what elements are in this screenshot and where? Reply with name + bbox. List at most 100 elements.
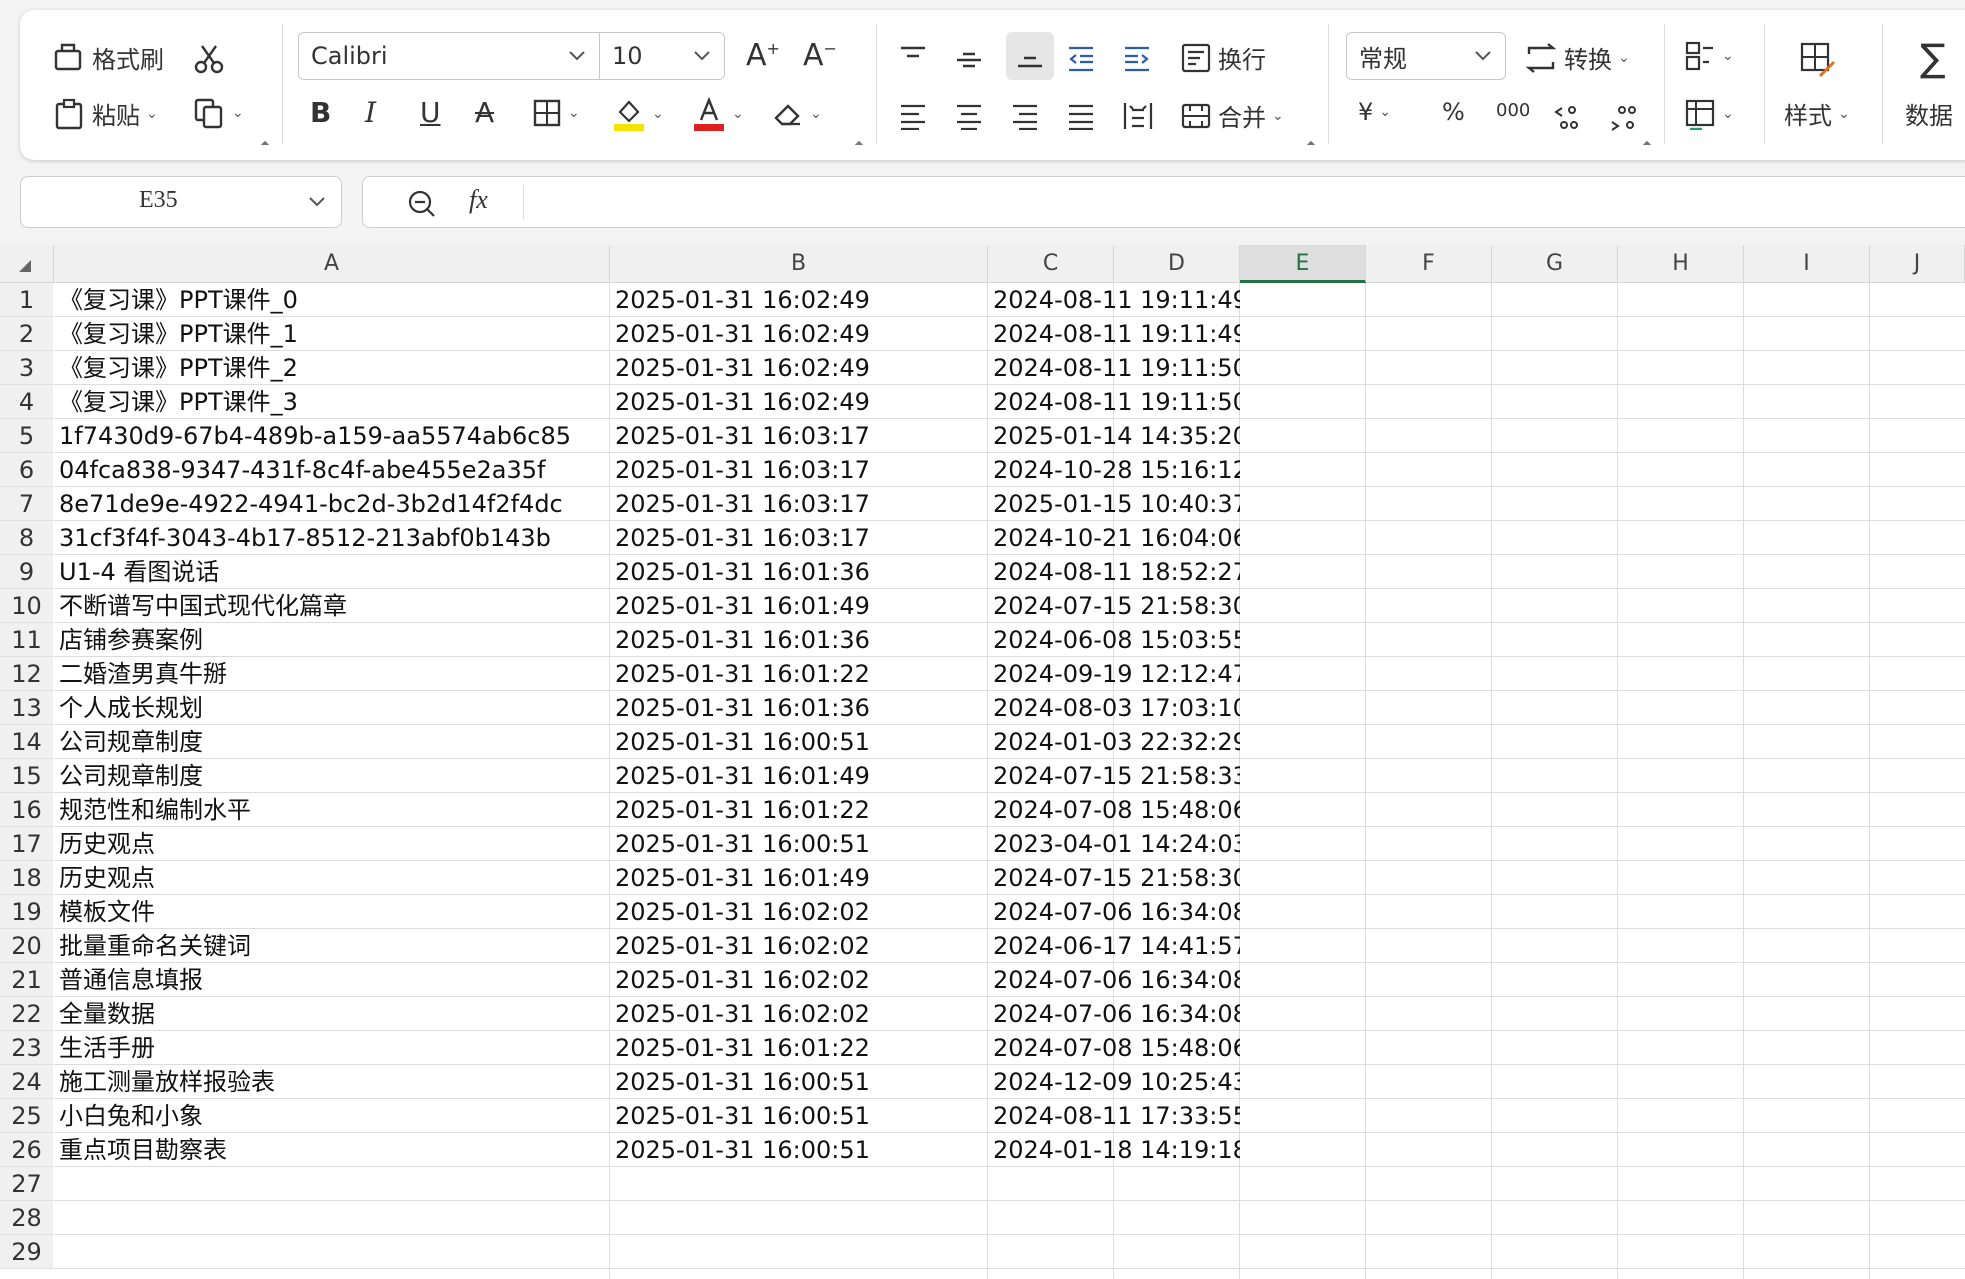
fill-color-button[interactable]: ⌄ xyxy=(612,96,664,132)
cell-c16[interactable]: 2024-07-08 15:48:06 xyxy=(988,793,1240,827)
cell-a15[interactable]: 公司规章制度 xyxy=(54,759,610,793)
row-header[interactable]: 26 xyxy=(0,1133,53,1167)
column-header-d[interactable]: D xyxy=(1114,245,1240,283)
decrease-indent-button[interactable] xyxy=(1066,44,1096,72)
increase-font-button[interactable]: A+ xyxy=(746,38,780,73)
wrap-text-button[interactable]: 换行 xyxy=(1180,40,1266,75)
cell-c1[interactable]: 2024-08-11 19:11:49 xyxy=(988,283,1240,317)
cell-b2[interactable]: 2025-01-31 16:02:49 xyxy=(610,317,988,351)
cell-c17[interactable]: 2023-04-01 14:24:03 xyxy=(988,827,1240,861)
align-bottom-button[interactable] xyxy=(1006,32,1054,80)
cell-c27[interactable] xyxy=(988,1167,1240,1201)
format-painter-button[interactable]: 格式刷 xyxy=(52,40,164,75)
cell-c26[interactable]: 2024-01-18 14:19:18 xyxy=(988,1133,1240,1167)
cell-c21[interactable]: 2024-07-06 16:34:08 xyxy=(988,963,1240,997)
merge-button[interactable]: 合并 ⌄ xyxy=(1180,98,1284,133)
decrease-font-button[interactable]: A− xyxy=(803,38,837,73)
cell-c10[interactable]: 2024-07-15 21:58:30 xyxy=(988,589,1240,623)
cell-b10[interactable]: 2025-01-31 16:01:49 xyxy=(610,589,988,623)
percent-button[interactable]: % xyxy=(1442,98,1465,126)
row-header[interactable]: 23 xyxy=(0,1031,53,1065)
cell-c23[interactable]: 2024-07-08 15:48:06 xyxy=(988,1031,1240,1065)
cell-c18[interactable]: 2024-07-15 21:58:30 xyxy=(988,861,1240,895)
cell-c9[interactable]: 2024-08-11 18:52:27 xyxy=(988,555,1240,589)
align-top-button[interactable] xyxy=(898,44,928,72)
dialog-launcher-icon[interactable] xyxy=(260,140,270,150)
copy-button[interactable]: ⌄ xyxy=(192,96,244,130)
cell-c25[interactable]: 2024-08-11 17:33:55 xyxy=(988,1099,1240,1133)
cell-b19[interactable]: 2025-01-31 16:02:02 xyxy=(610,895,988,929)
cell-c19[interactable]: 2024-07-06 16:34:08 xyxy=(988,895,1240,929)
data-button[interactable]: 数据 xyxy=(1905,96,1953,131)
cell-b1[interactable]: 2025-01-31 16:02:49 xyxy=(610,283,988,317)
cell-b7[interactable]: 2025-01-31 16:03:17 xyxy=(610,487,988,521)
cell-b18[interactable]: 2025-01-31 16:01:49 xyxy=(610,861,988,895)
cell-a2[interactable]: 《复习课》PPT课件_1 xyxy=(54,317,610,351)
cut-button[interactable] xyxy=(192,42,226,76)
sum-button[interactable]: ∑ xyxy=(1920,36,1946,80)
cell-a17[interactable]: 历史观点 xyxy=(54,827,610,861)
cell-a28[interactable] xyxy=(54,1201,610,1235)
row-header[interactable]: 22 xyxy=(0,997,53,1031)
column-header-g[interactable]: G xyxy=(1492,245,1618,283)
cell-c3[interactable]: 2024-08-11 19:11:50 xyxy=(988,351,1240,385)
dialog-launcher-icon[interactable] xyxy=(854,140,864,150)
paste-button[interactable]: 粘贴 ⌄ xyxy=(52,96,158,131)
cell-c28[interactable] xyxy=(988,1201,1240,1235)
row-header[interactable]: 4 xyxy=(0,385,53,419)
cell-b21[interactable]: 2025-01-31 16:02:02 xyxy=(610,963,988,997)
column-header-j[interactable]: J xyxy=(1870,245,1965,283)
row-header[interactable]: 21 xyxy=(0,963,53,997)
align-left-button[interactable] xyxy=(898,102,928,130)
column-header-i[interactable]: I xyxy=(1744,245,1870,283)
cell-b28[interactable] xyxy=(610,1201,988,1235)
row-header[interactable]: 16 xyxy=(0,793,53,827)
table-format-button[interactable]: ⌄ xyxy=(1684,98,1734,130)
cell-b8[interactable]: 2025-01-31 16:03:17 xyxy=(610,521,988,555)
cell-a22[interactable]: 全量数据 xyxy=(54,997,610,1031)
row-header[interactable]: 27 xyxy=(0,1167,53,1201)
cell-c22[interactable]: 2024-07-06 16:34:08 xyxy=(988,997,1240,1031)
cell-a13[interactable]: 个人成长规划 xyxy=(54,691,610,725)
cell-a21[interactable]: 普通信息填报 xyxy=(54,963,610,997)
conditional-format-button[interactable]: ⌄ xyxy=(1684,40,1734,72)
fx-icon[interactable]: fx xyxy=(469,185,488,215)
zoom-icon[interactable] xyxy=(407,189,437,219)
row-header[interactable]: 12 xyxy=(0,657,53,691)
row-header[interactable]: 5 xyxy=(0,419,53,453)
dialog-launcher-icon[interactable] xyxy=(1306,140,1316,150)
cell-b22[interactable]: 2025-01-31 16:02:02 xyxy=(610,997,988,1031)
row-header[interactable]: 15 xyxy=(0,759,53,793)
row-header[interactable]: 18 xyxy=(0,861,53,895)
increase-decimal-button[interactable] xyxy=(1552,102,1584,132)
underline-button[interactable]: U xyxy=(420,96,441,129)
cell-a11[interactable]: 店铺参赛案例 xyxy=(54,623,610,657)
cell-c8[interactable]: 2024-10-21 16:04:06 xyxy=(988,521,1240,555)
cell-b9[interactable]: 2025-01-31 16:01:36 xyxy=(610,555,988,589)
chevron-down-icon[interactable] xyxy=(307,195,327,209)
cell-b29[interactable] xyxy=(610,1235,988,1269)
bold-button[interactable]: B xyxy=(310,96,331,129)
cell-c7[interactable]: 2025-01-15 10:40:37 xyxy=(988,487,1240,521)
cell-a20[interactable]: 批量重命名关键词 xyxy=(54,929,610,963)
cell-b4[interactable]: 2025-01-31 16:02:49 xyxy=(610,385,988,419)
cell-c20[interactable]: 2024-06-17 14:41:57 xyxy=(988,929,1240,963)
cell-b14[interactable]: 2025-01-31 16:00:51 xyxy=(610,725,988,759)
cell-c4[interactable]: 2024-08-11 19:11:50 xyxy=(988,385,1240,419)
cell-a9[interactable]: U1-4 看图说话 xyxy=(54,555,610,589)
column-header-f[interactable]: F xyxy=(1366,245,1492,283)
row-header[interactable]: 29 xyxy=(0,1235,53,1269)
cell-a25[interactable]: 小白兔和小象 xyxy=(54,1099,610,1133)
cell-b15[interactable]: 2025-01-31 16:01:49 xyxy=(610,759,988,793)
cell-b3[interactable]: 2025-01-31 16:02:49 xyxy=(610,351,988,385)
cell-a14[interactable]: 公司规章制度 xyxy=(54,725,610,759)
row-header[interactable]: 8 xyxy=(0,521,53,555)
row-header[interactable]: 2 xyxy=(0,317,53,351)
increase-indent-button[interactable] xyxy=(1122,44,1152,72)
cell-c2[interactable]: 2024-08-11 19:11:49 xyxy=(988,317,1240,351)
row-header[interactable]: 11 xyxy=(0,623,53,657)
cell-a24[interactable]: 施工测量放样报验表 xyxy=(54,1065,610,1099)
cell-c14[interactable]: 2024-01-03 22:32:29 xyxy=(988,725,1240,759)
cell-c29[interactable] xyxy=(988,1235,1240,1269)
cell-b6[interactable]: 2025-01-31 16:03:17 xyxy=(610,453,988,487)
